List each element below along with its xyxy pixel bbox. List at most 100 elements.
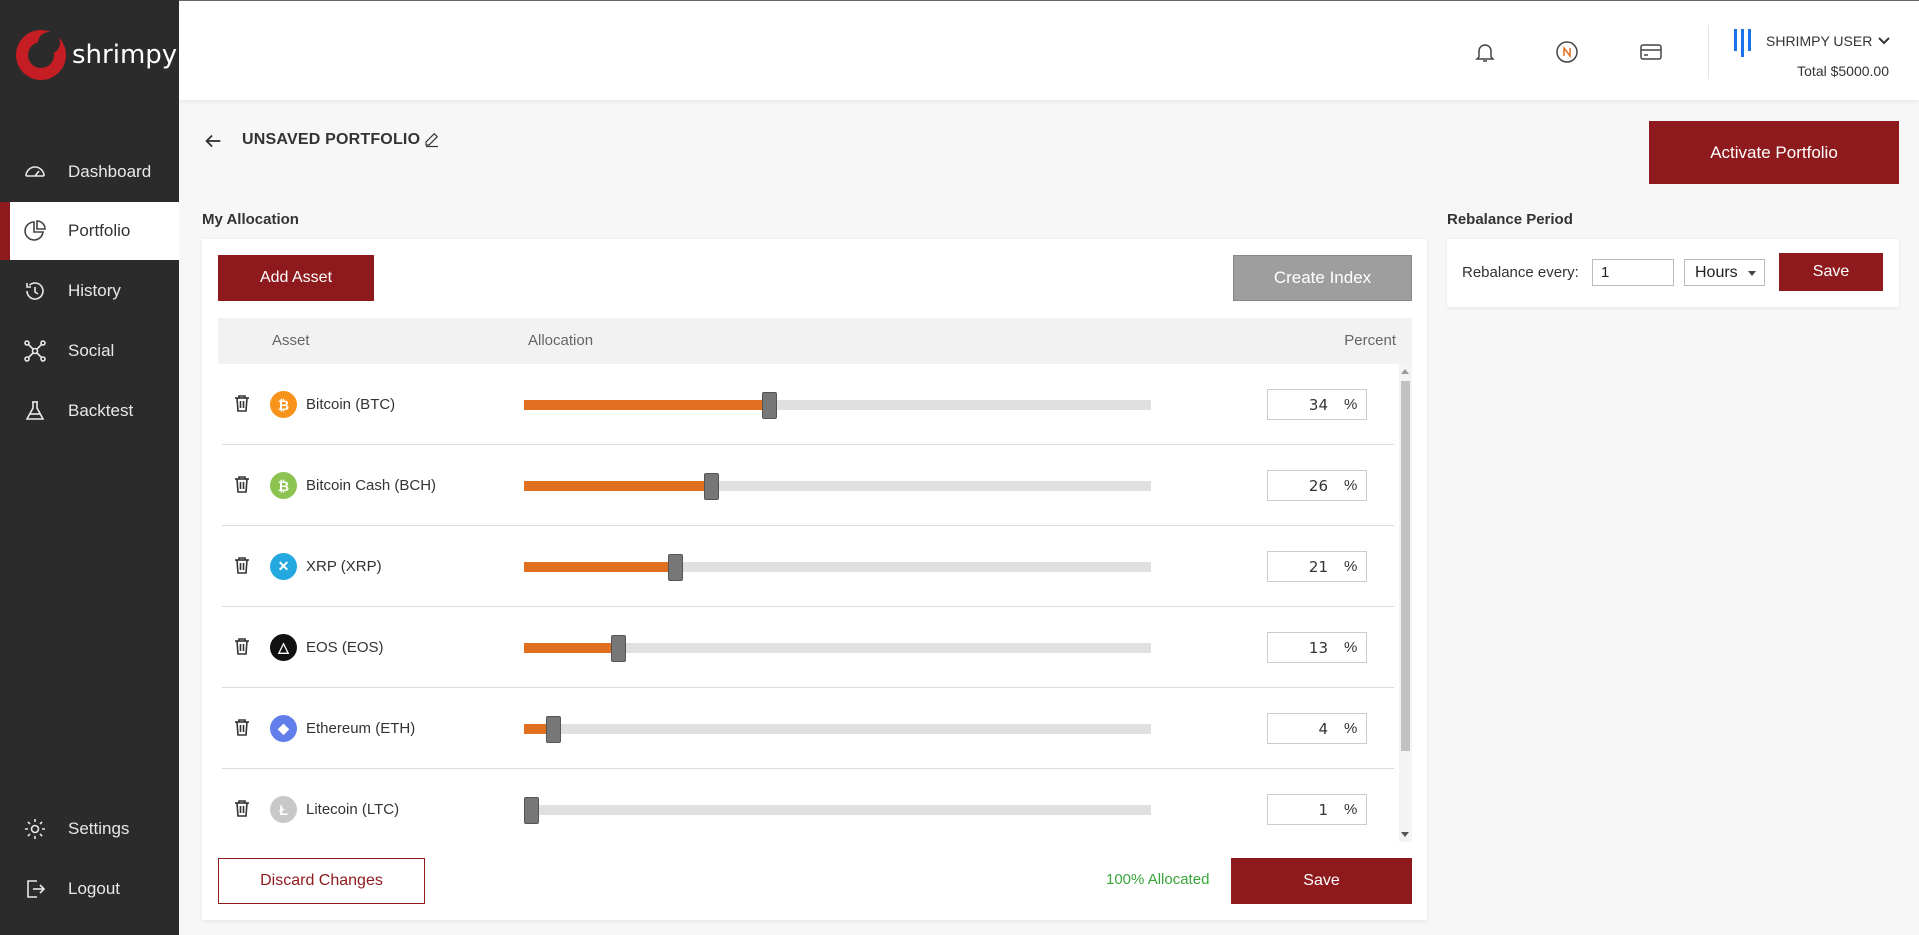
sidebar-item-label: History [68, 281, 121, 300]
pie-chart-icon [22, 218, 48, 244]
user-menu[interactable]: SHRIMPY USER [1766, 33, 1891, 49]
coin-glyph: ◆ [278, 720, 289, 736]
asset-name: Ethereum (ETH) [306, 720, 416, 737]
allocation-slider[interactable] [524, 554, 1151, 581]
percent-value: 4 [1318, 719, 1328, 738]
asset-list: ₿ Bitcoin (BTC) 34% ₿ Bitcoin Cash (BCH) 26% ✕… [218, 364, 1412, 842]
trash-icon[interactable] [234, 394, 252, 414]
save-portfolio-button[interactable]: Save [1231, 858, 1412, 904]
percent-input[interactable]: 26% [1267, 470, 1367, 501]
logout-icon [22, 876, 48, 902]
dropdown-caret-icon [1748, 271, 1756, 276]
allocation-slider[interactable] [524, 473, 1151, 500]
trash-icon[interactable] [234, 475, 252, 495]
coin-n-icon[interactable] [1554, 39, 1580, 65]
percent-sign: % [1344, 477, 1358, 494]
asset-name: Litecoin (LTC) [306, 801, 400, 818]
user-avatar-icon[interactable] [1734, 29, 1751, 57]
coin-glyph: △ [278, 639, 289, 655]
allocation-slider[interactable] [524, 716, 1151, 743]
slider-handle[interactable] [704, 473, 719, 500]
edit-pencil-icon[interactable] [423, 130, 443, 150]
history-icon [22, 278, 48, 304]
slider-handle[interactable] [524, 797, 539, 824]
slider-fill [524, 562, 675, 572]
rebalance-save-button[interactable]: Save [1779, 253, 1883, 291]
trash-icon[interactable] [234, 556, 252, 576]
gauge-icon [22, 159, 48, 185]
flask-icon [22, 398, 48, 424]
slider-handle[interactable] [546, 716, 561, 743]
percent-sign: % [1344, 396, 1358, 413]
account-total: Total $5000.00 [1797, 63, 1889, 79]
allocation-table-header: Asset Allocation Percent [218, 318, 1412, 364]
my-allocation-label: My Allocation [202, 211, 299, 228]
coin-icon: △ [270, 634, 297, 661]
sidebar-item-dashboard[interactable]: Dashboard [0, 143, 179, 201]
rebalance-unit-select[interactable]: Hours [1684, 259, 1765, 286]
percent-input[interactable]: 13% [1267, 632, 1367, 663]
sidebar-item-history[interactable]: History [0, 262, 179, 320]
sidebar-item-label: Dashboard [68, 162, 152, 181]
percent-sign: % [1344, 720, 1358, 737]
allocation-slider[interactable] [524, 392, 1151, 419]
rebalance-unit-value: Hours [1695, 263, 1738, 281]
credit-card-icon[interactable] [1638, 39, 1664, 65]
sidebar-item-label: Settings [68, 819, 130, 838]
percent-sign: % [1344, 558, 1358, 575]
percent-input[interactable]: 1% [1267, 794, 1367, 825]
trash-icon[interactable] [234, 799, 252, 819]
activate-portfolio-button[interactable]: Activate Portfolio [1649, 121, 1899, 184]
percent-input[interactable]: 4% [1267, 713, 1367, 744]
asset-row: ₿ Bitcoin (BTC) 34% [222, 364, 1394, 445]
back-arrow-icon[interactable] [202, 130, 224, 152]
coin-glyph: Ł [279, 801, 288, 818]
network-icon [22, 338, 48, 364]
asset-name: EOS (EOS) [306, 639, 384, 656]
allocation-slider[interactable] [524, 635, 1151, 662]
bell-icon[interactable] [1472, 39, 1498, 65]
chevron-down-icon [1878, 37, 1891, 45]
discard-changes-button[interactable]: Discard Changes [218, 858, 425, 904]
rebalance-card: Rebalance every: Hours Save [1447, 239, 1899, 307]
coin-icon: ✕ [270, 553, 297, 580]
allocation-card: Add Asset Create Index Asset Allocation … [202, 239, 1427, 920]
slider-handle[interactable] [762, 392, 777, 419]
percent-value: 13 [1308, 638, 1328, 657]
percent-input[interactable]: 34% [1267, 389, 1367, 420]
trash-icon[interactable] [234, 637, 252, 657]
sidebar-item-social[interactable]: Social [0, 322, 179, 380]
scroll-up-icon[interactable] [1401, 369, 1409, 374]
scroll-thumb[interactable] [1401, 381, 1410, 751]
percent-sign: % [1344, 801, 1358, 818]
create-index-button[interactable]: Create Index [1233, 255, 1412, 301]
allocation-slider[interactable] [524, 797, 1151, 824]
slider-fill [524, 481, 711, 491]
rebalance-interval-input[interactable] [1592, 259, 1674, 286]
column-asset: Asset [272, 332, 310, 349]
coin-icon: Ł [270, 796, 297, 823]
sidebar: shrimpy Dashboard Portfolio History Soci… [0, 0, 179, 935]
sidebar-item-backtest[interactable]: Backtest [0, 382, 179, 440]
slider-fill [524, 400, 769, 410]
asset-row: ◆ Ethereum (ETH) 4% [222, 688, 1394, 769]
asset-row: ✕ XRP (XRP) 21% [222, 526, 1394, 607]
sidebar-item-settings[interactable]: Settings [0, 800, 179, 858]
scroll-down-icon[interactable] [1401, 832, 1409, 837]
sidebar-item-portfolio[interactable]: Portfolio [0, 202, 179, 260]
asset-name: Bitcoin Cash (BCH) [306, 477, 437, 494]
coin-glyph: ₿ [277, 477, 290, 494]
sidebar-item-label: Backtest [68, 401, 134, 420]
percent-value: 34 [1308, 395, 1328, 414]
sidebar-item-label: Logout [68, 879, 120, 898]
percent-sign: % [1344, 639, 1358, 656]
trash-icon[interactable] [234, 718, 252, 738]
add-asset-button[interactable]: Add Asset [218, 255, 374, 301]
shrimpy-logo[interactable]: shrimpy [16, 30, 177, 80]
percent-value: 26 [1308, 476, 1328, 495]
asset-list-scrollbar[interactable] [1399, 364, 1412, 842]
slider-handle[interactable] [611, 635, 626, 662]
slider-handle[interactable] [668, 554, 683, 581]
sidebar-item-logout[interactable]: Logout [0, 860, 179, 918]
percent-input[interactable]: 21% [1267, 551, 1367, 582]
